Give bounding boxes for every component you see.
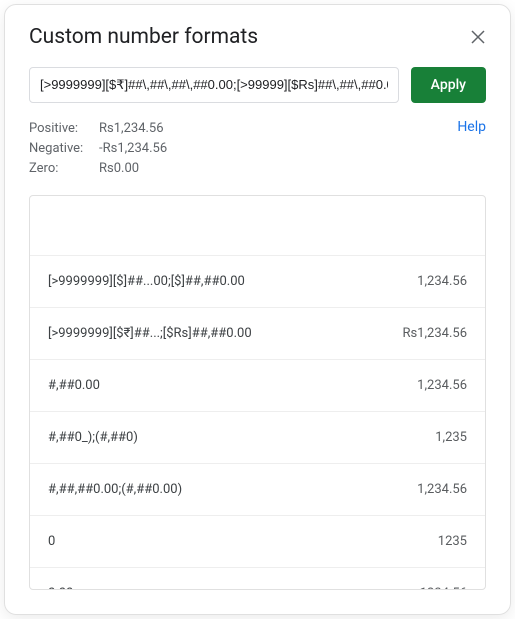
preview-negative-label: Negative: xyxy=(29,139,99,159)
format-row[interactable]: [>9999999][$]##...00;[$]##,##0.00 1,234.… xyxy=(30,256,485,308)
format-pattern: 0 xyxy=(48,534,55,549)
preview-positive: Positive: Rs1,234.56 xyxy=(29,119,486,139)
format-row[interactable]: 0.00 1234.56 xyxy=(30,568,485,589)
dialog-header: Custom number formats xyxy=(29,25,486,49)
close-icon[interactable] xyxy=(470,29,486,45)
format-sample: 1234.56 xyxy=(420,586,467,589)
format-pattern: 0.00 xyxy=(48,586,73,589)
format-input-row: Apply xyxy=(29,67,486,103)
format-pattern: #,##,##0.00;(#,##0.00) xyxy=(48,482,182,497)
preview-zero: Zero: Rs0.00 xyxy=(29,159,486,179)
format-sample: 1,235 xyxy=(435,430,467,445)
formats-list[interactable]: [>9999999][$]##...00;[$]##,##0.00 1,234.… xyxy=(30,196,485,589)
format-sample: 1,234.56 xyxy=(417,482,467,497)
format-pattern: #,##0.00 xyxy=(48,378,100,393)
format-pattern: [>9999999][$₹]##...;[$Rs]##,##0.00 xyxy=(48,326,252,341)
help-link[interactable]: Help xyxy=(457,119,486,135)
preview-negative-value: -Rs1,234.56 xyxy=(99,139,167,159)
format-sample: Rs1,234.56 xyxy=(402,326,467,341)
format-sample: 1235 xyxy=(438,534,467,549)
preview-negative: Negative: -Rs1,234.56 xyxy=(29,139,486,159)
formats-list-container: [>9999999][$]##...00;[$]##,##0.00 1,234.… xyxy=(29,195,486,590)
format-sample: 1,234.56 xyxy=(417,378,467,393)
list-spacer xyxy=(30,196,485,256)
format-row[interactable]: #,##0.00 1,234.56 xyxy=(30,360,485,412)
format-row[interactable]: #,##0_);(#,##0) 1,235 xyxy=(30,412,485,464)
format-pattern: [>9999999][$]##...00;[$]##,##0.00 xyxy=(48,274,245,289)
custom-number-formats-dialog: Custom number formats Apply Positive: Rs… xyxy=(4,4,511,615)
preview-zero-value: Rs0.00 xyxy=(99,159,139,179)
dialog-title: Custom number formats xyxy=(29,25,258,49)
format-row[interactable]: [>9999999][$₹]##...;[$Rs]##,##0.00 Rs1,2… xyxy=(30,308,485,360)
format-input[interactable] xyxy=(29,67,399,103)
format-pattern: #,##0_);(#,##0) xyxy=(48,430,138,445)
apply-button[interactable]: Apply xyxy=(411,67,486,103)
format-sample: 1,234.56 xyxy=(417,274,467,289)
preview-positive-value: Rs1,234.56 xyxy=(99,119,164,139)
preview-zero-label: Zero: xyxy=(29,159,99,179)
format-row[interactable]: #,##,##0.00;(#,##0.00) 1,234.56 xyxy=(30,464,485,516)
preview-block: Positive: Rs1,234.56 Negative: -Rs1,234.… xyxy=(29,119,486,179)
preview-positive-label: Positive: xyxy=(29,119,99,139)
format-row[interactable]: 0 1235 xyxy=(30,516,485,568)
